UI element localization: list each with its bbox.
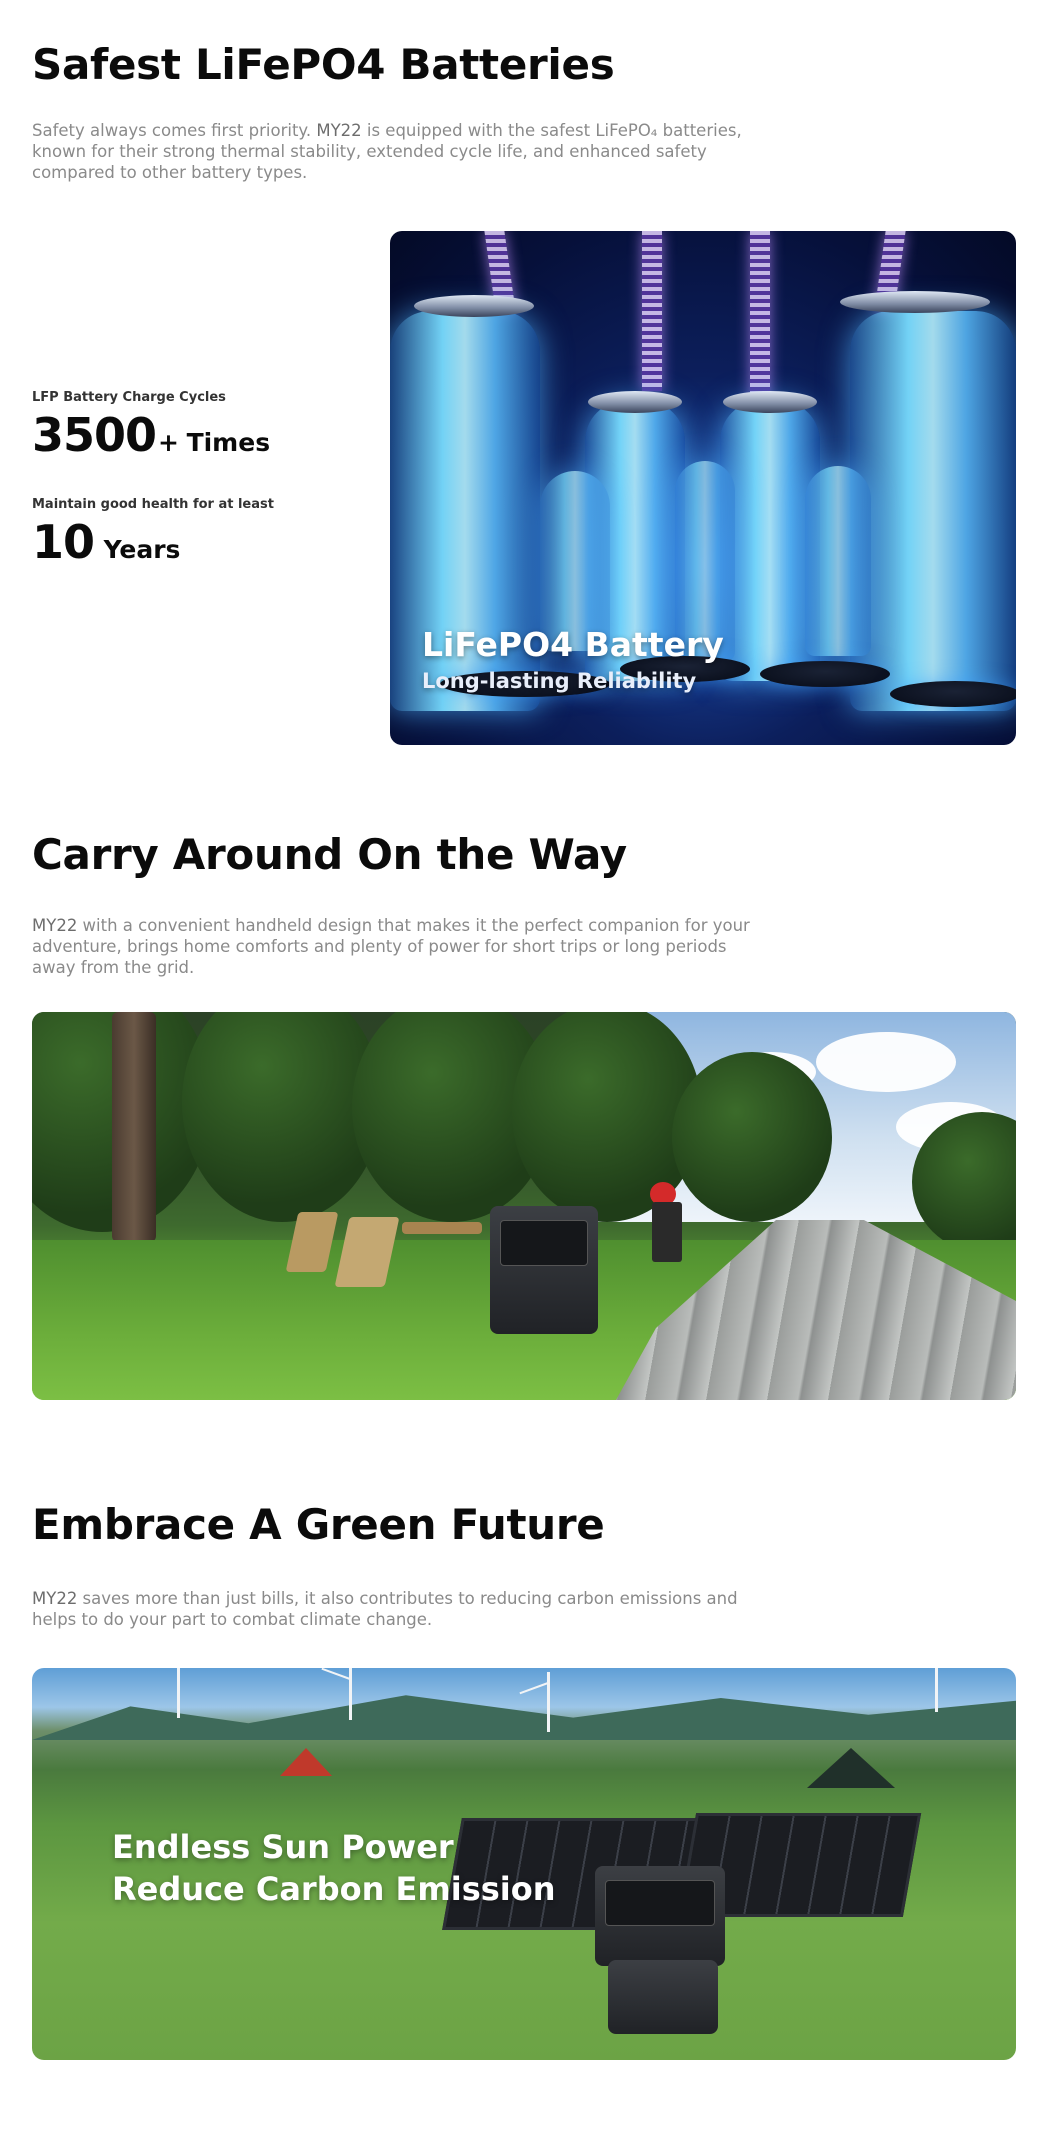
- green-future-title: Embrace A Green Future: [32, 1500, 605, 1549]
- lifepo4-battery-image: LiFePO4 Battery Long-lasting Reliability: [390, 231, 1016, 745]
- green-image-line2: Reduce Carbon Emission: [112, 1870, 556, 1908]
- battery-cell: [805, 466, 871, 656]
- carry-description: MY22 with a convenient handheld design t…: [32, 915, 752, 978]
- stat-label-health-years: Maintain good health for at least: [32, 497, 274, 512]
- solar-field-image: Endless Sun Power Reduce Carbon Emission: [32, 1668, 1016, 2060]
- brand-name: MY22: [32, 916, 78, 935]
- batteries-description-lead: Safety always comes first priority.: [32, 121, 317, 140]
- brand-name: MY22: [316, 121, 362, 140]
- stat-unit-health-years: Years: [103, 535, 181, 564]
- battery-cap: [414, 295, 534, 317]
- carry-section: Carry Around On the Way MY22 with a conv…: [0, 790, 1060, 1430]
- battery-caption-subtitle: Long-lasting Reliability: [422, 669, 697, 693]
- power-station: [595, 1866, 725, 1966]
- battery-base: [760, 661, 890, 687]
- batteries-description: Safety always comes first priority. MY22…: [32, 120, 752, 183]
- camping-scene-image: [32, 1012, 1016, 1400]
- turbine-blade: [519, 1682, 549, 1695]
- green-image-line1: Endless Sun Power: [112, 1828, 454, 1866]
- wind-turbine: [177, 1668, 180, 1718]
- stat-unit-charge-cycles: Times: [186, 428, 271, 457]
- green-future-description-rest: saves more than just bills, it also cont…: [32, 1589, 738, 1629]
- green-future-description: MY22 saves more than just bills, it also…: [32, 1588, 752, 1630]
- stat-value-health-years: 10 Years: [32, 515, 180, 569]
- wind-turbine: [349, 1668, 352, 1720]
- brand-name: MY22: [32, 1589, 78, 1608]
- power-station-panel: [605, 1880, 715, 1926]
- red-tent: [280, 1748, 332, 1776]
- battery-cap: [840, 291, 990, 313]
- carry-title: Carry Around On the Way: [32, 830, 627, 879]
- grill: [652, 1202, 682, 1262]
- turbine-blade: [321, 1668, 351, 1680]
- stat-value-charge-cycles: 3500+ Times: [32, 408, 270, 462]
- battery-cap: [588, 391, 682, 413]
- battery-caption-title: LiFePO4 Battery: [422, 625, 724, 664]
- battery-cell: [540, 471, 610, 651]
- green-future-section: Embrace A Green Future MY22 saves more t…: [0, 1440, 1060, 2140]
- light-beam: [642, 231, 662, 391]
- battery-cell: [850, 311, 1016, 711]
- power-station: [490, 1206, 598, 1334]
- carry-description-rest: with a convenient handheld design that m…: [32, 916, 750, 977]
- extra-battery: [608, 1960, 718, 2034]
- dark-tent: [807, 1748, 895, 1788]
- battery-cap: [723, 391, 817, 413]
- light-beam: [750, 231, 770, 401]
- battery-base: [890, 681, 1016, 707]
- stat-suffix-charge-cycles: +: [158, 428, 179, 457]
- stat-number-health-years: 10: [32, 515, 95, 569]
- camping-table: [402, 1222, 482, 1234]
- stat-label-charge-cycles: LFP Battery Charge Cycles: [32, 390, 226, 405]
- tree: [672, 1052, 832, 1222]
- power-station-panel: [500, 1220, 588, 1266]
- tree-trunk: [112, 1012, 156, 1242]
- wind-turbine: [935, 1668, 938, 1712]
- cloud: [816, 1032, 956, 1092]
- batteries-section: Safest LiFePO4 Batteries Safety always c…: [0, 0, 1060, 780]
- stat-number-charge-cycles: 3500: [32, 408, 157, 462]
- batteries-title: Safest LiFePO4 Batteries: [32, 40, 615, 89]
